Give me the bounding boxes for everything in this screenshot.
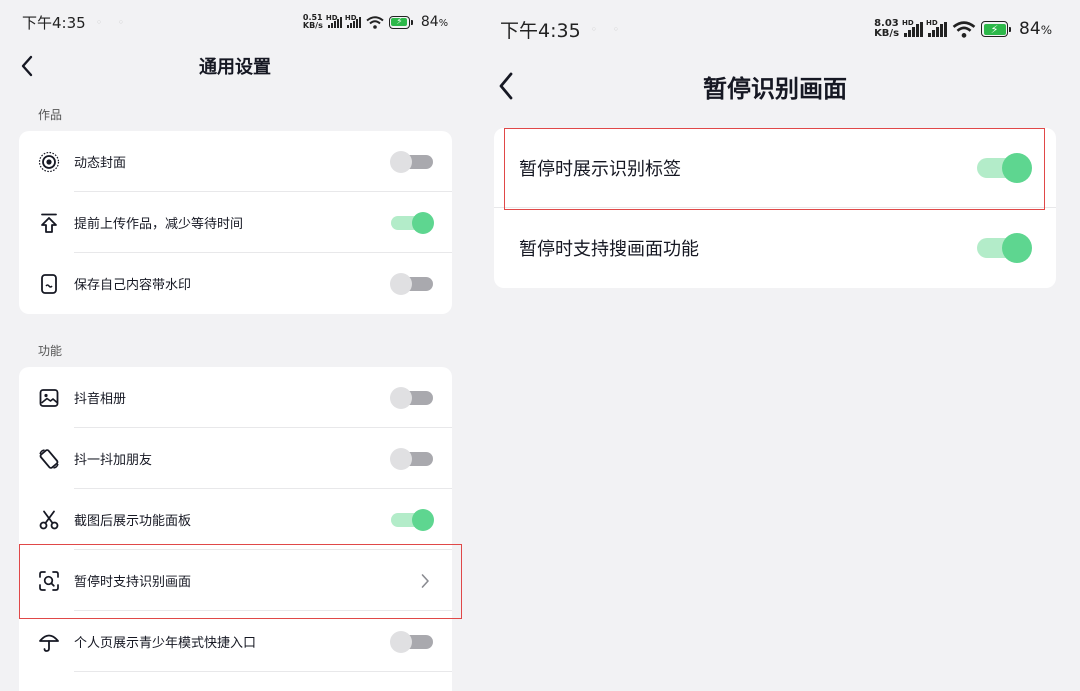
setting-label: 动态封面 [74,156,127,171]
setting-label: 暂停时支持识别画面 [74,575,192,590]
scan-search-icon [37,569,61,593]
left-screen: 下午4:35 ◦ ◦ 0.51 KB/s HD HD ⚡ 84% 通用设置 作品… [0,0,470,691]
wifi-icon [366,15,384,29]
setting-row-watermark[interactable]: 保存自己内容带水印 [19,253,452,314]
dynamic-cover-icon [37,150,61,174]
setting-label: 个人页展示青少年模式快捷入口 [74,636,257,651]
signal-icon: HD [902,19,924,37]
battery-percent: 84% [420,14,448,30]
divider [74,671,452,672]
setting-label: 暂停时支持搜画面功能 [519,239,699,260]
setting-label: 抖音相册 [74,392,127,407]
upload-icon [37,211,61,235]
scissors-icon [37,508,61,532]
nav-bar: 通用设置 [0,44,470,88]
photo-album-icon [37,386,61,410]
teen-mode-entry-toggle[interactable] [390,629,434,655]
setting-label: 抖一抖加朋友 [74,453,153,468]
screenshot-panel-toggle[interactable] [390,507,434,533]
status-bar: 下午4:35 ◦ ◦ 0.51 KB/s HD HD ⚡ 84% [0,0,470,44]
settings-card-features: 抖音相册 抖一抖加朋友 截图后展示功能面板 暂停时支持识别画面 个人页展示青少年… [19,367,452,691]
page-title: 暂停识别画面 [703,74,847,103]
right-screen: 下午4:35 ◦ ◦ 8.03 KB/s HD HD ⚡ 84% 暂停识别画面 … [470,0,1080,691]
back-button[interactable] [12,48,42,84]
setting-label: 暂停时展示识别标签 [519,159,681,180]
signal-icon: HD [345,14,361,28]
page-title: 通用设置 [199,57,271,78]
signal-icon: HD [326,14,342,28]
setting-row-teen-mode-entry[interactable]: 个人页展示青少年模式快捷入口 [19,611,452,672]
setting-row-shake-friends[interactable]: 抖一抖加朋友 [19,428,452,489]
watermark-icon [37,272,61,296]
chevron-right-icon [421,573,429,588]
signal-icon: HD [926,19,948,37]
preupload-toggle[interactable] [390,210,434,236]
network-speed: 0.51 KB/s [302,13,323,30]
dynamic-cover-toggle[interactable] [390,149,434,175]
chevron-left-icon [499,72,513,100]
status-bar: 下午4:35 ◦ ◦ 8.03 KB/s HD HD ⚡ 84% [470,0,1080,58]
setting-label: 截图后展示功能面板 [74,514,192,529]
wifi-icon [952,20,976,38]
setting-row-dynamic-cover[interactable]: 动态封面 [19,131,452,192]
battery-percent: 84% [1019,19,1052,39]
setting-row-preupload[interactable]: 提前上传作品，减少等待时间 [19,192,452,253]
status-time: 下午4:35 [22,13,86,32]
status-time: 下午4:35 [500,19,581,42]
chevron-left-icon [21,55,33,77]
network-speed: 8.03 KB/s [874,18,900,39]
setting-row-show-recognition-tags[interactable]: 暂停时展示识别标签 [494,128,1056,208]
setting-row-search-frame[interactable]: 暂停时支持搜画面功能 [494,208,1056,288]
setting-row-pause-recognition[interactable]: 暂停时支持识别画面 [19,550,452,611]
settings-card-works: 动态封面 提前上传作品，减少等待时间 保存自己内容带水印 [19,131,452,314]
setting-label: 保存自己内容带水印 [74,278,192,293]
section-label-works: 作品 [38,108,63,122]
section-label-features: 功能 [38,344,63,358]
album-toggle[interactable] [390,385,434,411]
setting-label: 提前上传作品，减少等待时间 [74,217,244,232]
show-recognition-tags-toggle[interactable] [976,152,1032,184]
setting-row-album[interactable]: 抖音相册 [19,367,452,428]
setting-row-screenshot-panel[interactable]: 截图后展示功能面板 [19,489,452,550]
search-frame-toggle[interactable] [976,232,1032,264]
nav-bar: 暂停识别画面 [470,60,1080,112]
shake-friends-toggle[interactable] [390,446,434,472]
settings-card-pause-recognition: 暂停时展示识别标签 暂停时支持搜画面功能 [494,128,1056,288]
back-button[interactable] [488,64,524,108]
notification-icons: ◦ ◦ [95,15,131,29]
umbrella-icon [37,630,61,654]
shake-rotate-icon [37,447,61,471]
battery-icon: ⚡ [388,15,413,29]
watermark-toggle[interactable] [390,271,434,297]
notification-icons: ◦ ◦ [590,22,626,36]
battery-icon: ⚡ [981,21,1012,37]
